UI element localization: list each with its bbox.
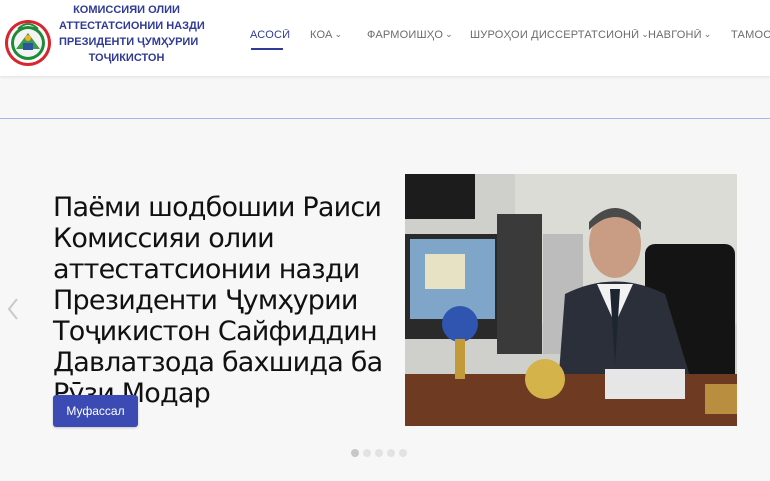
- site-title-line: АТТЕСТАТСИОНИИ НАЗДИ: [59, 20, 205, 32]
- active-nav-indicator: [251, 48, 283, 50]
- chevron-down-icon: ⌄: [703, 29, 712, 39]
- site-title[interactable]: КОМИССИЯИ ОЛИИ АТТЕСТАТСИОНИИ НАЗДИ ПРЕЗ…: [59, 2, 205, 66]
- slide-headline[interactable]: Паёми шодбошии Раиси Комиссияи олии атте…: [53, 192, 393, 409]
- chevron-left-icon[interactable]: [6, 297, 20, 321]
- nav-item-home[interactable]: АСОСӢ: [250, 29, 290, 41]
- slide-dot[interactable]: [351, 449, 359, 457]
- news-slider: Паёми шодбошии Раиси Комиссияи олии атте…: [0, 118, 770, 481]
- site-title-line: ПРЕЗИДЕНТИ ҶУМҲУРИИ: [59, 36, 199, 48]
- nav-item-orders[interactable]: ФАРМОИШҲО ⌄: [367, 29, 453, 41]
- header-spacer: [0, 76, 770, 118]
- site-title-line: КОМИССИЯИ ОЛИИ: [73, 4, 180, 16]
- nav-item-label: ТАМОС: [731, 29, 770, 41]
- slide-indicators: [351, 449, 407, 457]
- nav-item-label: АСОСӢ: [250, 29, 291, 41]
- nav-item-councils[interactable]: ШУРОҲОИ ДИССЕРТАТСИОНӢ ⌄: [470, 29, 649, 41]
- nav-item-contact[interactable]: ТАМОС: [731, 29, 770, 41]
- emblem-logo[interactable]: [4, 5, 52, 68]
- slide-dot[interactable]: [399, 449, 407, 457]
- nav-item-label: КОА: [310, 29, 333, 41]
- nav-item-label: НАВГОНӢ: [648, 29, 702, 41]
- site-title-line: ТОҶИКИСТОН: [88, 52, 165, 64]
- site-header: КОМИССИЯИ ОЛИИ АТТЕСТАТСИОНИИ НАЗДИ ПРЕЗ…: [0, 0, 770, 76]
- slide-dot[interactable]: [387, 449, 395, 457]
- chevron-down-icon: ⌄: [334, 29, 343, 39]
- nav-item-news[interactable]: НАВГОНӢ ⌄: [648, 29, 712, 41]
- read-more-button[interactable]: Муфассал: [53, 395, 138, 427]
- slide-dot[interactable]: [375, 449, 383, 457]
- slide-dot[interactable]: [363, 449, 371, 457]
- chevron-down-icon: ⌄: [445, 29, 453, 39]
- nav-item-label: ФАРМОИШҲО: [367, 29, 444, 41]
- nav-item-koa[interactable]: КОА ⌄: [310, 29, 342, 41]
- nav-item-label: ШУРОҲОИ ДИССЕРТАТСИОНӢ: [470, 29, 640, 41]
- slide-photo: [405, 174, 737, 426]
